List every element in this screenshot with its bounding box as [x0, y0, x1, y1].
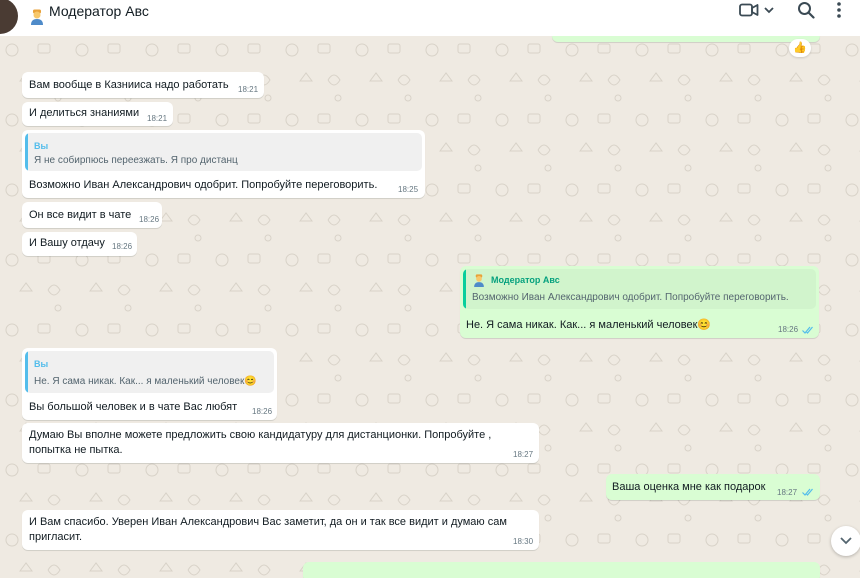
message-text: И Вашу отдачу — [29, 237, 105, 249]
message-bubble-incoming[interactable]: Он все видит в чате 18:26 — [22, 202, 162, 228]
message-bubble-incoming-reply[interactable]: Вы Я не собирпюсь переезжать. Я про дист… — [22, 130, 425, 198]
contact-avatar[interactable] — [0, 0, 18, 34]
message-time: 18:25 — [398, 185, 419, 194]
message-text: Он все видит в чате — [29, 209, 132, 221]
search-icon[interactable] — [797, 1, 815, 19]
message-time: 18:26 — [139, 215, 160, 224]
person-emoji-icon — [474, 274, 484, 287]
message-bubble-outgoing-partial[interactable] — [303, 562, 820, 578]
chevron-down-icon[interactable] — [763, 4, 775, 16]
message-bubble-incoming[interactable]: И делиться знаниями 18:21 — [22, 102, 173, 126]
message-text: Вы большой человек и в чате Вас любят — [29, 401, 238, 413]
message-text: Не. Я сама никак. Как... я маленький чел… — [466, 319, 712, 331]
quote-bar — [25, 351, 28, 393]
quote-bar — [25, 133, 28, 171]
quote-text: Я не собирпюсь переезжать. Я про дистанц — [34, 155, 238, 166]
quoted-message[interactable]: Вы Я не собирпюсь переезжать. Я про дист… — [25, 133, 422, 171]
chat-header: Модератор Авс — [0, 0, 860, 36]
message-bubble-incoming[interactable]: И Вашу отдачу 18:26 — [22, 232, 137, 256]
scroll-to-bottom-button[interactable] — [831, 526, 860, 556]
message-bubble-incoming[interactable]: И Вам спасибо. Уверен Иван Александрович… — [22, 510, 539, 550]
quote-text: Не. Я сама никак. Как... я маленький чел… — [34, 376, 257, 387]
message-bubble-incoming-reply[interactable]: Вы Не. Я сама никак. Как... я маленький … — [22, 348, 277, 420]
quote-author: Вы — [34, 141, 49, 151]
scroll-down-icon — [840, 537, 852, 545]
message-bubble-outgoing-partial[interactable] — [552, 36, 820, 42]
quoted-message[interactable]: Вы Не. Я сама никак. Как... я маленький … — [25, 351, 274, 393]
message-time: 18:27 — [513, 450, 534, 459]
menu-icon[interactable] — [836, 1, 842, 19]
video-call-icon[interactable] — [739, 3, 759, 17]
message-time: 18:26 — [112, 242, 133, 251]
quote-text: Возможно Иван Александрович одобрит. Поп… — [472, 292, 789, 303]
message-text: Возможно Иван Александрович одобрит. Поп… — [29, 179, 378, 191]
message-time: 18:21 — [147, 114, 168, 123]
message-text: И делиться знаниями — [29, 107, 140, 119]
reaction-thumbs-up[interactable]: 👍 — [789, 39, 811, 57]
message-time: 18:21 — [238, 85, 259, 94]
quoted-message[interactable]: Модератор Авс Возможно Иван Александрови… — [463, 269, 816, 309]
message-time: 18:26 — [778, 325, 799, 334]
message-bubble-outgoing-reply[interactable]: Модератор Авс Возможно Иван Александрови… — [460, 266, 819, 338]
message-list[interactable]: 👍 Вам вообще в Казниисa надо работать 18… — [0, 36, 860, 578]
message-time: 18:26 — [252, 407, 273, 416]
quote-bar — [463, 269, 466, 309]
message-text: Ваша оценка мне как подарок — [612, 481, 766, 493]
message-time: 18:27 — [777, 488, 798, 497]
message-text: И Вам спасибо. Уверен Иван Александрович… — [29, 516, 507, 543]
double-check-icon — [802, 488, 813, 496]
message-text: Думаю Вы вполне можете предложить свою к… — [29, 429, 492, 456]
message-bubble-outgoing[interactable]: Ваша оценка мне как подарок 18:27 — [606, 474, 820, 500]
message-text: Вам вообще в Казниисa надо работать — [29, 79, 229, 91]
contact-name[interactable]: Модератор Авс — [49, 3, 149, 19]
message-bubble-incoming[interactable]: Думаю Вы вполне можете предложить свою к… — [22, 423, 539, 463]
double-check-icon — [802, 326, 813, 334]
message-bubble-incoming[interactable]: Вам вообще в Казниисa надо работать 18:2… — [22, 72, 264, 98]
message-time: 18:30 — [513, 537, 534, 546]
quote-author: Вы — [34, 359, 49, 369]
quote-author: Модератор Авс — [491, 275, 560, 285]
person-emoji-icon — [31, 9, 43, 25]
